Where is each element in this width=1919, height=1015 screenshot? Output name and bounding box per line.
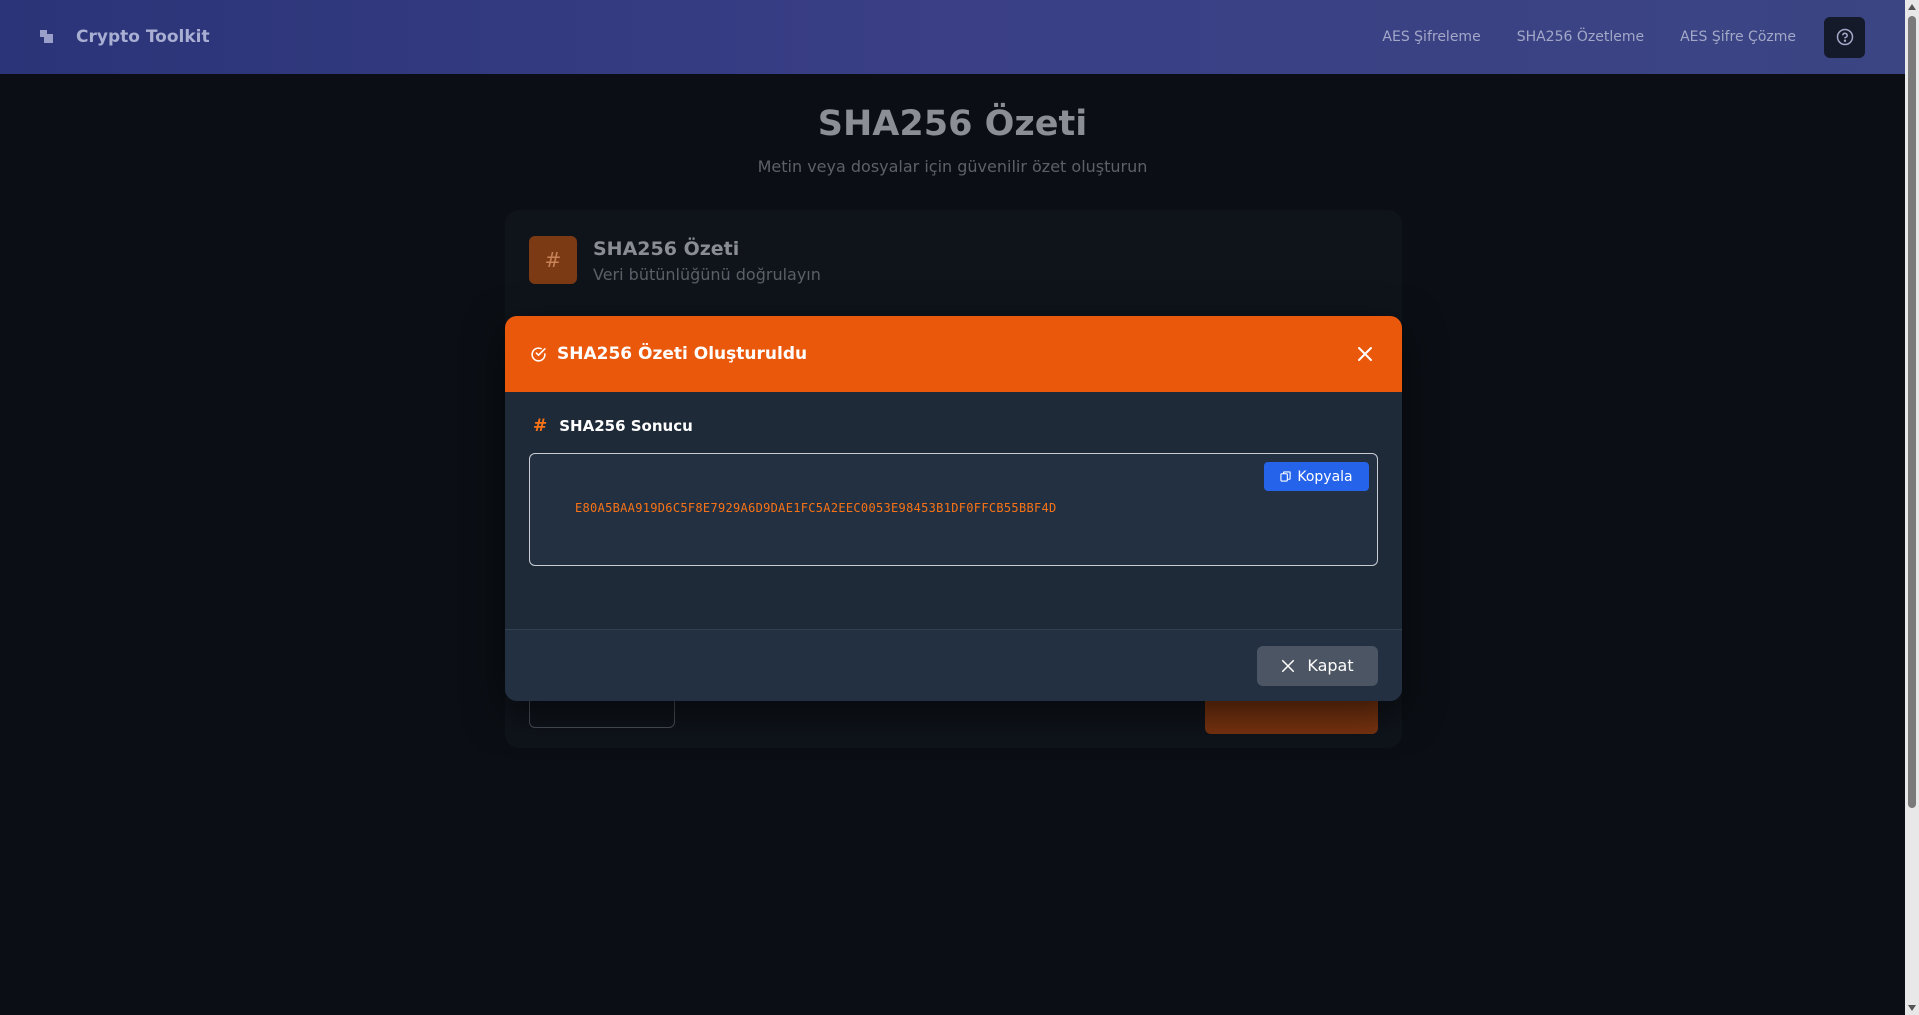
logo-icon bbox=[40, 30, 54, 44]
copy-button-label: Kopyala bbox=[1297, 468, 1353, 485]
help-icon bbox=[1836, 28, 1853, 46]
hash-icon: # bbox=[533, 416, 548, 436]
copy-button[interactable]: Kopyala bbox=[1264, 462, 1369, 491]
copy-icon bbox=[1280, 471, 1291, 482]
nav-sha256[interactable]: SHA256 Özetleme bbox=[1517, 29, 1644, 45]
result-label: # SHA256 Sonucu bbox=[533, 416, 1378, 436]
nav-aes-encrypt[interactable]: AES Şifreleme bbox=[1382, 29, 1480, 45]
scroll-thumb[interactable] bbox=[1908, 16, 1916, 808]
main-nav: AES Şifreleme SHA256 Özetleme AES Şifre … bbox=[1382, 29, 1796, 45]
close-icon bbox=[1282, 659, 1295, 672]
app-title: Crypto Toolkit bbox=[76, 27, 210, 47]
modal-footer: Kapat bbox=[505, 629, 1402, 701]
scroll-down-arrow-icon[interactable] bbox=[1908, 1005, 1916, 1011]
hash-result-box[interactable]: Kopyala E80A5BAA919D6C5F8E7929A6D9DAE1FC… bbox=[529, 453, 1378, 566]
close-icon bbox=[1358, 347, 1372, 361]
modal-title: SHA256 Özeti Oluşturuldu bbox=[557, 344, 808, 364]
close-button-label: Kapat bbox=[1307, 656, 1354, 675]
nav-aes-decrypt[interactable]: AES Şifre Çözme bbox=[1680, 29, 1796, 45]
hash-value[interactable]: E80A5BAA919D6C5F8E7929A6D9DAE1FC5A2EEC00… bbox=[575, 501, 1057, 515]
logo[interactable]: Crypto Toolkit bbox=[40, 27, 210, 47]
modal-body: # SHA256 Sonucu Kopyala E80A5BAA919D6C5F… bbox=[505, 392, 1402, 629]
help-button[interactable] bbox=[1824, 16, 1865, 58]
modal-header: SHA256 Özeti Oluşturuldu bbox=[505, 316, 1402, 392]
result-label-text: SHA256 Sonucu bbox=[559, 417, 693, 435]
scroll-up-arrow-icon[interactable] bbox=[1908, 4, 1916, 10]
close-button[interactable]: Kapat bbox=[1257, 645, 1378, 686]
vertical-scrollbar[interactable] bbox=[1905, 0, 1919, 1015]
modal-close-button[interactable] bbox=[1353, 342, 1377, 366]
top-header: Crypto Toolkit AES Şifreleme SHA256 Özet… bbox=[0, 0, 1905, 74]
check-circle-icon bbox=[531, 346, 546, 362]
result-modal: SHA256 Özeti Oluşturuldu # SHA256 Sonucu… bbox=[505, 316, 1402, 701]
